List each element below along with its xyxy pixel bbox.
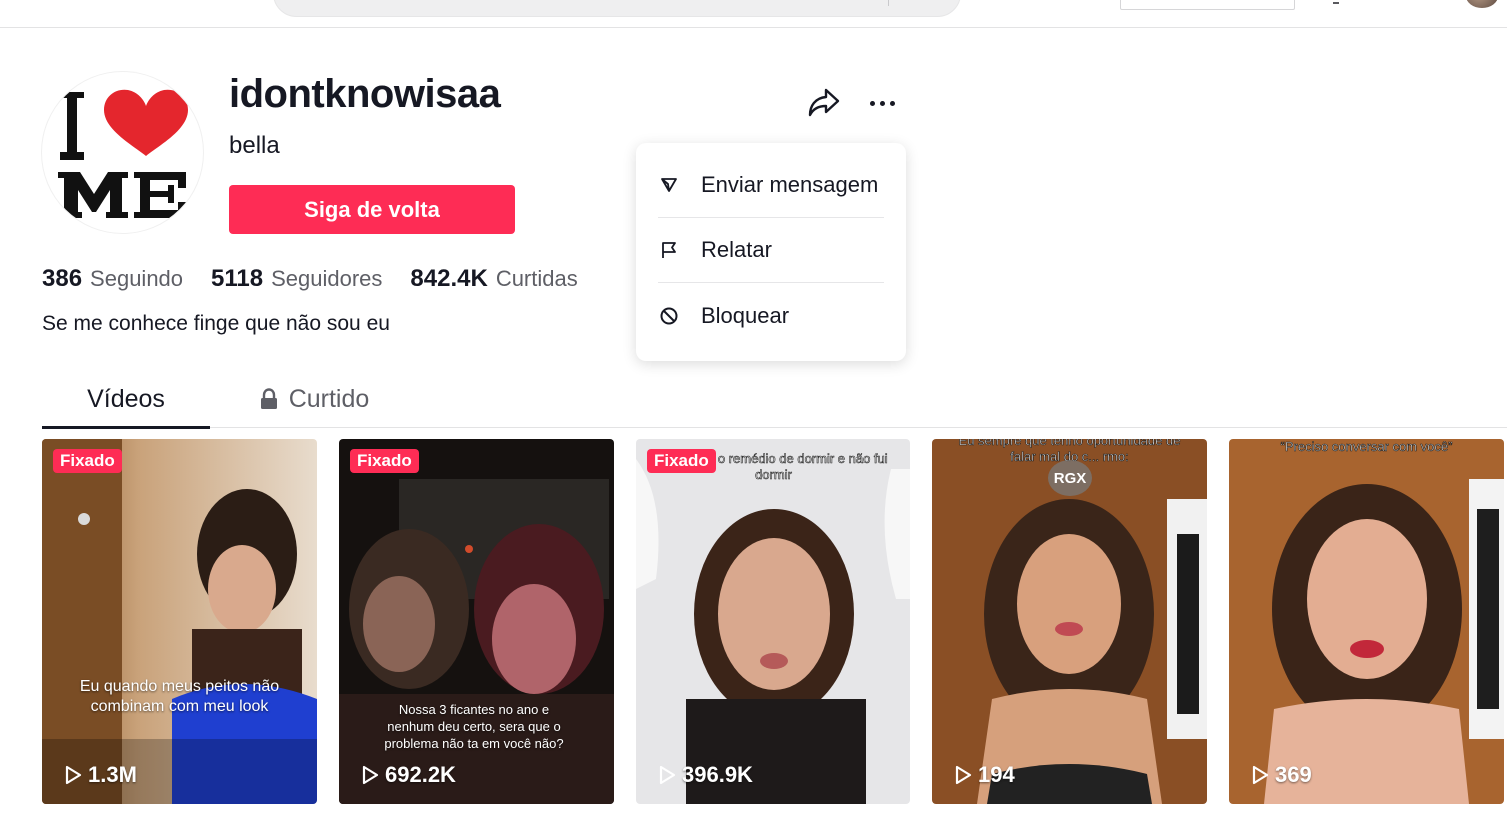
play-icon <box>65 765 82 785</box>
likes-label: Curtidas <box>495 266 578 291</box>
watermark-badge: RGX <box>1048 460 1092 496</box>
pinned-badge: Fixado <box>647 449 716 473</box>
video-thumbnail <box>1229 439 1504 804</box>
stat-likes: 842.4K Curtidas <box>410 265 577 293</box>
pinned-badge: Fixado <box>53 449 122 473</box>
more-options-menu: Enviar mensagem Relatar Bloquear <box>636 143 906 361</box>
play-icon <box>362 765 379 785</box>
menu-item-block[interactable]: Bloquear <box>658 283 884 348</box>
view-count-value: 692.2K <box>385 762 456 787</box>
view-count-value: 1.3M <box>88 762 137 787</box>
upload-button[interactable] <box>1120 0 1295 10</box>
follow-back-button[interactable]: Siga de volta <box>229 185 515 234</box>
more-options-dot <box>889 100 895 106</box>
user-avatar[interactable] <box>1466 0 1498 8</box>
search-divider <box>888 0 889 6</box>
play-icon <box>659 765 676 785</box>
video-card[interactable]: Fixado Eu quando meus peitos não combina… <box>42 439 317 804</box>
menu-item-send-message[interactable]: Enviar mensagem <box>658 153 884 218</box>
video-card[interactable]: “Preciso conversar com você” 369 <box>1229 439 1504 804</box>
profile-bio: Se me conhece finge que não sou eu <box>42 312 390 335</box>
video-card[interactable]: Fixado Nossa 3 ficantes no ano e nenhum … <box>339 439 614 804</box>
more-options-button[interactable] <box>862 86 902 120</box>
view-count-value: 396.9K <box>682 762 753 787</box>
send-icon <box>658 174 680 196</box>
pinned-badge: Fixado <box>350 449 419 473</box>
i-love-me-logo <box>58 89 188 218</box>
likes-count: 842.4K <box>410 265 488 292</box>
flag-icon <box>658 239 680 261</box>
video-caption: “Preciso conversar com você” <box>1280 439 1453 454</box>
following-label: Seguindo <box>90 266 184 291</box>
share-button[interactable] <box>806 86 842 120</box>
view-count-value: 194 <box>978 762 1015 787</box>
tab-liked[interactable]: Curtido <box>254 370 374 428</box>
search-bar[interactable] <box>273 0 961 17</box>
video-caption: Nossa 3 ficantes no ano e nenhum deu cer… <box>384 702 564 751</box>
video-grid: Fixado Eu quando meus peitos não combina… <box>42 439 1507 804</box>
tab-videos[interactable]: Vídeos <box>42 370 210 429</box>
video-caption: Eu quando meus peitos não combinam com m… <box>79 678 280 715</box>
more-options-dot <box>879 100 885 106</box>
following-count: 386 <box>42 265 83 292</box>
followers-count: 5118 <box>211 265 264 292</box>
menu-item-report[interactable]: Relatar <box>658 218 884 283</box>
stat-followers[interactable]: 5118 Seguidores <box>211 265 382 293</box>
video-thumbnail <box>42 439 317 804</box>
view-count: 369 <box>1251 762 1312 788</box>
menu-item-label: Enviar mensagem <box>701 172 879 197</box>
play-icon <box>1252 765 1269 785</box>
lock-icon <box>260 388 277 409</box>
view-count: 194 <box>954 762 1015 788</box>
menu-item-label: Bloquear <box>701 302 790 328</box>
menu-item-label: Relatar <box>701 237 772 262</box>
view-count: 396.9K <box>658 762 753 788</box>
messages-icon[interactable] <box>1333 0 1339 4</box>
block-icon <box>658 305 680 327</box>
top-navigation-bar <box>0 0 1507 28</box>
followers-label: Seguidores <box>271 266 383 291</box>
profile-avatar <box>42 72 203 233</box>
video-card[interactable]: Eu sempre que tenho oportunidade de fala… <box>932 439 1207 804</box>
profile-username: idontknowisaa <box>229 72 501 116</box>
video-card[interactable]: Eu: tomei o remédio de dormir e não fui … <box>636 439 910 804</box>
view-count: 692.2K <box>361 762 456 788</box>
share-icon <box>808 88 840 117</box>
play-icon <box>955 765 972 785</box>
video-thumbnail <box>636 439 910 804</box>
tab-liked-label: Curtido <box>288 384 370 413</box>
profile-stats: 386 Seguindo 5118 Seguidores 842.4K Curt… <box>42 265 606 293</box>
tab-videos-label: Vídeos <box>87 384 165 413</box>
view-count: 1.3M <box>64 762 137 788</box>
profile-nickname: bella <box>229 132 280 159</box>
more-options-icon <box>869 100 875 106</box>
view-count-value: 369 <box>1275 762 1312 787</box>
stat-following[interactable]: 386 Seguindo <box>42 265 183 293</box>
profile-tabs: Vídeos Curtido <box>42 370 1507 429</box>
